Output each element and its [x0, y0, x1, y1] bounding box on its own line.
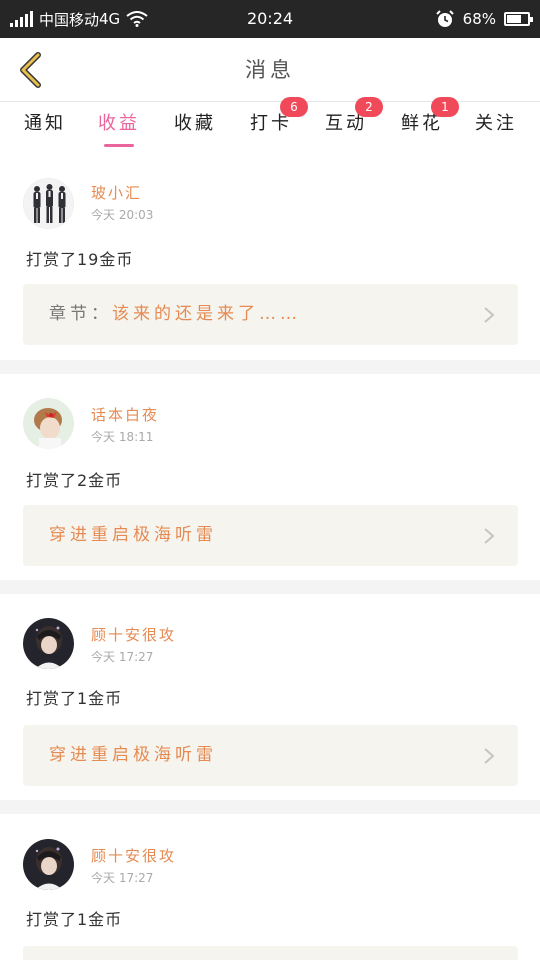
- sender-name[interactable]: 话本白夜: [91, 404, 159, 425]
- message-time: 今天 17:27: [91, 871, 154, 885]
- message-card: 顾十安很攻 今天 17:27 打赏了1金币: [0, 814, 540, 960]
- message-action: 打赏了1金币: [26, 910, 123, 929]
- tab-notice[interactable]: 通知: [10, 103, 80, 151]
- battery-percent: 68%: [462, 10, 496, 28]
- tab-label: 关注: [475, 113, 517, 134]
- avatar-image: [23, 839, 74, 890]
- chapter-text: 章节：该来的还是来了……: [49, 284, 301, 345]
- book-link[interactable]: 穿进重启极海听雷: [23, 725, 518, 786]
- tab-label: 通知: [24, 113, 66, 134]
- message-time: 今天 20:03: [91, 208, 154, 222]
- battery-fill: [507, 15, 521, 23]
- chapter-title: 该来的还是来了……: [112, 304, 301, 324]
- tab-label: 收益: [98, 113, 140, 134]
- avatar[interactable]: [23, 178, 74, 229]
- message-action: 打赏了2金币: [26, 471, 123, 490]
- status-bar: 中国移动 4G 20:24 68%: [0, 0, 540, 38]
- chevron-right-icon: [484, 307, 495, 323]
- sender-name[interactable]: 玻小汇: [91, 182, 142, 203]
- message-time: 今天 18:11: [91, 430, 154, 444]
- tab-interaction[interactable]: 互动 2: [311, 97, 383, 151]
- tab-bar: 通知 收益 收藏 打卡 6 互动 2 鲜花 1 关注: [0, 97, 540, 151]
- chapter-link[interactable]: 章节：该来的还是来了……: [23, 284, 518, 345]
- page-title: 消息: [245, 58, 295, 82]
- message-card: 话本白夜 今天 18:11 打赏了2金币 穿进重启极海听雷: [0, 374, 540, 580]
- status-right: 68%: [435, 0, 533, 38]
- message-action: 打赏了1金币: [26, 689, 123, 708]
- tab-active-underline: [104, 144, 134, 147]
- avatar-image: [24, 179, 73, 228]
- chevron-right-icon: [484, 748, 495, 764]
- avatar[interactable]: [23, 398, 74, 449]
- tab-checkin[interactable]: 打卡 6: [236, 97, 308, 151]
- chevron-right-icon: [484, 528, 495, 544]
- section-divider: [0, 580, 540, 594]
- message-action: 打赏了19金币: [26, 250, 134, 269]
- message-card: 顾十安很攻 今天 17:27 打赏了1金币 穿进重启极海听雷: [0, 594, 540, 800]
- avatar[interactable]: [23, 839, 74, 890]
- tab-favorites[interactable]: 收藏: [160, 103, 230, 151]
- alarm-icon: [435, 10, 454, 27]
- chapter-label: 章节：: [49, 304, 112, 324]
- avatar-image: [23, 618, 74, 669]
- book-title: 穿进重启极海听雷: [49, 745, 217, 765]
- tab-earnings[interactable]: 收益: [84, 103, 154, 151]
- battery-icon: [504, 12, 533, 26]
- book-text: 穿进重启极海听雷: [49, 505, 217, 566]
- battery-tip: [530, 17, 533, 22]
- section-divider: [0, 360, 540, 374]
- header: 消息: [0, 38, 540, 102]
- section-divider: [0, 800, 540, 814]
- tab-badge: 6: [280, 97, 308, 117]
- book-title: 穿进重启极海听雷: [49, 525, 217, 545]
- book-link[interactable]: [23, 946, 518, 960]
- book-link[interactable]: 穿进重启极海听雷: [23, 505, 518, 566]
- avatar-image: [23, 398, 74, 449]
- tab-label: 收藏: [174, 113, 216, 134]
- avatar[interactable]: [23, 618, 74, 669]
- message-card: 玻小汇 今天 20:03 打赏了19金币 章节：该来的还是来了……: [0, 152, 540, 360]
- sender-name[interactable]: 顾十安很攻: [91, 624, 176, 645]
- tab-flowers[interactable]: 鲜花 1: [387, 97, 459, 151]
- tab-badge: 2: [355, 97, 383, 117]
- book-text: 穿进重启极海听雷: [49, 725, 217, 786]
- sender-name[interactable]: 顾十安很攻: [91, 845, 176, 866]
- tab-follow[interactable]: 关注: [461, 103, 531, 151]
- message-time: 今天 17:27: [91, 650, 154, 664]
- tab-badge: 1: [431, 97, 459, 117]
